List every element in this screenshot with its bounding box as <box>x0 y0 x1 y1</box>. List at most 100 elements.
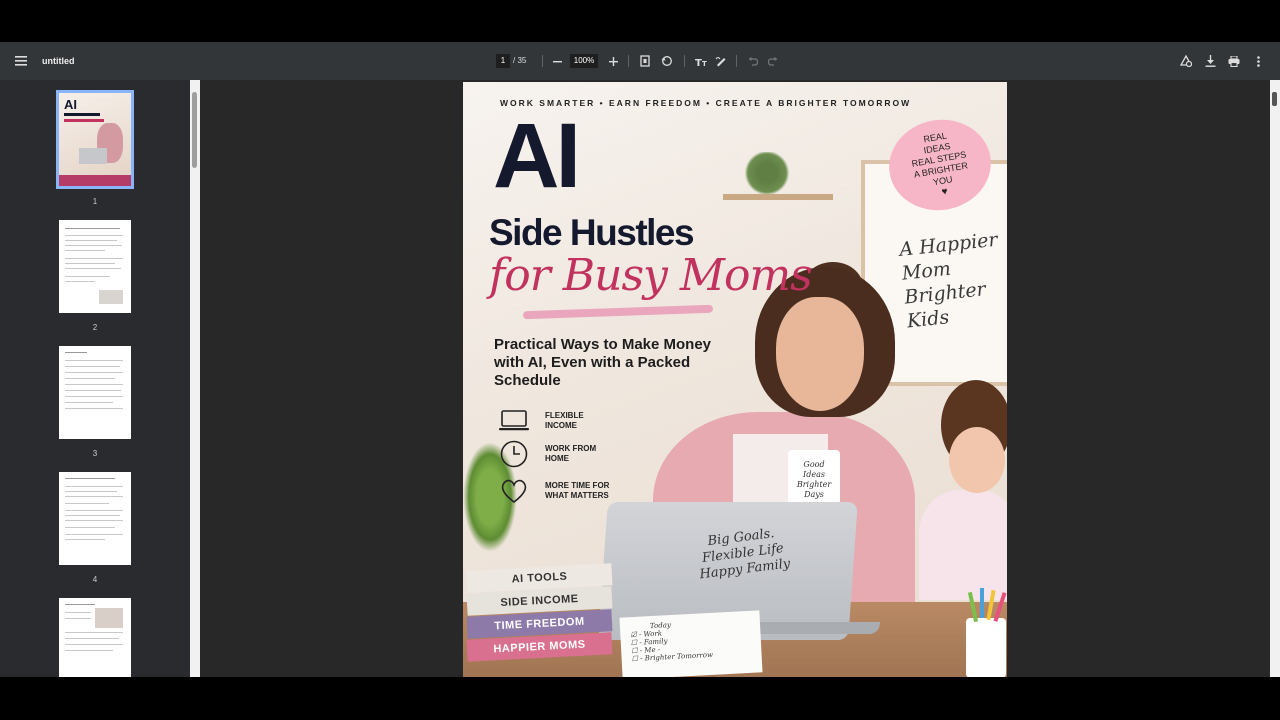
heart-icon <box>499 477 529 505</box>
menu-icon[interactable] <box>14 55 28 67</box>
thumbnail-page-number: 2 <box>92 323 98 332</box>
thumb-text-line <box>65 258 123 259</box>
thumb-text-line <box>65 496 123 497</box>
zoom-out-icon[interactable] <box>550 54 564 68</box>
clock-icon <box>499 440 529 468</box>
rotate-icon[interactable] <box>660 54 674 68</box>
page-number-input[interactable]: 1 <box>496 54 510 68</box>
thumb-text-line <box>65 604 95 605</box>
toolbar-divider <box>542 55 543 67</box>
thumb-text-line <box>65 638 119 639</box>
thumb-text-line <box>65 378 115 379</box>
thumb-text-line <box>65 618 91 619</box>
thumb-text-line <box>65 534 123 535</box>
more-options-icon[interactable] <box>1251 54 1265 68</box>
thumb-text-line <box>65 632 123 633</box>
thumb-text-line <box>65 644 123 645</box>
thumb-text-line <box>65 650 113 651</box>
thumb-text-line <box>65 503 109 504</box>
feature-flexible-income: FLEXIBLE INCOME <box>499 407 615 435</box>
thumb-text-line <box>65 228 120 229</box>
thumb-text-line <box>65 245 122 246</box>
wall-shelf <box>723 194 833 200</box>
thumb-text-line <box>65 515 120 516</box>
thumb-text-line <box>65 510 123 511</box>
thumb-text-line <box>65 527 115 528</box>
thumb-text-line <box>65 366 120 367</box>
mom-face <box>776 297 864 411</box>
thumb-text-line <box>65 478 115 479</box>
sidebar-scrollbar-thumb[interactable] <box>192 92 197 168</box>
download-icon[interactable] <box>1203 54 1217 68</box>
thumb-cover-line <box>64 113 100 116</box>
toolbar-divider <box>684 55 685 67</box>
thumb-text-line <box>65 486 123 487</box>
letterbox-bottom <box>0 677 1280 720</box>
thumb-text-line <box>65 402 113 403</box>
thumb-text-line <box>65 396 123 397</box>
thumb-cover-footer <box>59 175 131 186</box>
toolbar-divider <box>736 55 737 67</box>
cover-title-busy-moms: for Busy Moms <box>489 250 813 301</box>
pink-brush-stroke <box>522 304 714 320</box>
document-title: untitled <box>42 56 75 66</box>
thumb-cover-title: AI <box>64 97 77 112</box>
draw-icon[interactable] <box>714 54 728 68</box>
thumb-text-line <box>65 520 123 521</box>
page-thumbnail-4[interactable] <box>59 472 131 565</box>
feature-work-from-home: WORK FROM HOME <box>499 440 615 468</box>
thumb-text-line <box>65 276 110 277</box>
girl-shirt <box>919 490 1007 600</box>
thumb-text-line <box>65 390 121 391</box>
thumb-text-line <box>65 352 87 353</box>
thumb-text-line <box>65 250 105 251</box>
pencil <box>980 588 984 618</box>
heart-icon: ♥ <box>940 186 949 199</box>
viewer-scrollbar[interactable] <box>1270 80 1280 677</box>
redo-icon[interactable] <box>766 54 780 68</box>
girl-face <box>949 427 1005 493</box>
page-thumbnail-5[interactable] <box>59 598 131 677</box>
page-thumbnail-3[interactable] <box>59 346 131 439</box>
print-icon[interactable] <box>1227 54 1241 68</box>
coffee-mug: Good Ideas Brighter Days <box>788 450 840 510</box>
pdf-toolbar: untitled 1 / 35 100% TT <box>0 42 1280 80</box>
shelf-plant <box>743 152 791 194</box>
page-thumbnail-2[interactable] <box>59 220 131 313</box>
thumb-image <box>95 608 123 628</box>
thumb-text-line <box>65 268 121 269</box>
thumb-text-line <box>65 408 123 409</box>
svg-text:T: T <box>695 58 702 67</box>
thumbnail-sidebar: AI 1 2 3 4 <box>0 80 190 677</box>
thumb-text-line <box>65 281 95 282</box>
thumb-text-line <box>65 360 123 361</box>
laptop-icon <box>499 407 529 435</box>
viewer-scrollbar-thumb[interactable] <box>1272 92 1277 106</box>
cover-title-ai: AI <box>493 105 581 207</box>
thumb-text-line <box>65 491 117 492</box>
thumbnail-page-number: 3 <box>92 449 98 458</box>
thumb-cover-laptop <box>79 148 107 164</box>
thumb-text-line <box>65 384 123 385</box>
fit-page-icon[interactable] <box>638 54 652 68</box>
zoom-level-input[interactable]: 100% <box>570 54 598 68</box>
zoom-in-icon[interactable] <box>606 54 620 68</box>
thumb-text-line <box>65 612 91 613</box>
todo-notebook: Today ☑ - Work ☐ - Family ☐ - Me - ☐ - B… <box>619 610 763 677</box>
thumb-image <box>99 290 123 304</box>
save-to-drive-icon[interactable] <box>1179 54 1193 68</box>
pencil-cup <box>966 618 1006 677</box>
thumb-text-line <box>65 240 117 241</box>
document-viewer: A Happier Mom Brighter Kids Good Ideas B… <box>200 80 1270 677</box>
cover-subtitle: Practical Ways to Make Money with AI, Ev… <box>494 336 712 389</box>
thumb-cover-line <box>64 119 104 122</box>
page-total: / 35 <box>513 56 527 65</box>
text-size-icon[interactable]: TT <box>694 54 708 68</box>
sidebar-scrollbar[interactable] <box>190 80 200 677</box>
thumb-text-line <box>65 263 115 264</box>
pdf-page-cover: A Happier Mom Brighter Kids Good Ideas B… <box>463 82 1007 677</box>
thumb-text-line <box>65 539 105 540</box>
undo-icon[interactable] <box>746 54 760 68</box>
thumb-text-line <box>65 372 123 373</box>
page-thumbnail-1[interactable]: AI <box>56 90 134 189</box>
